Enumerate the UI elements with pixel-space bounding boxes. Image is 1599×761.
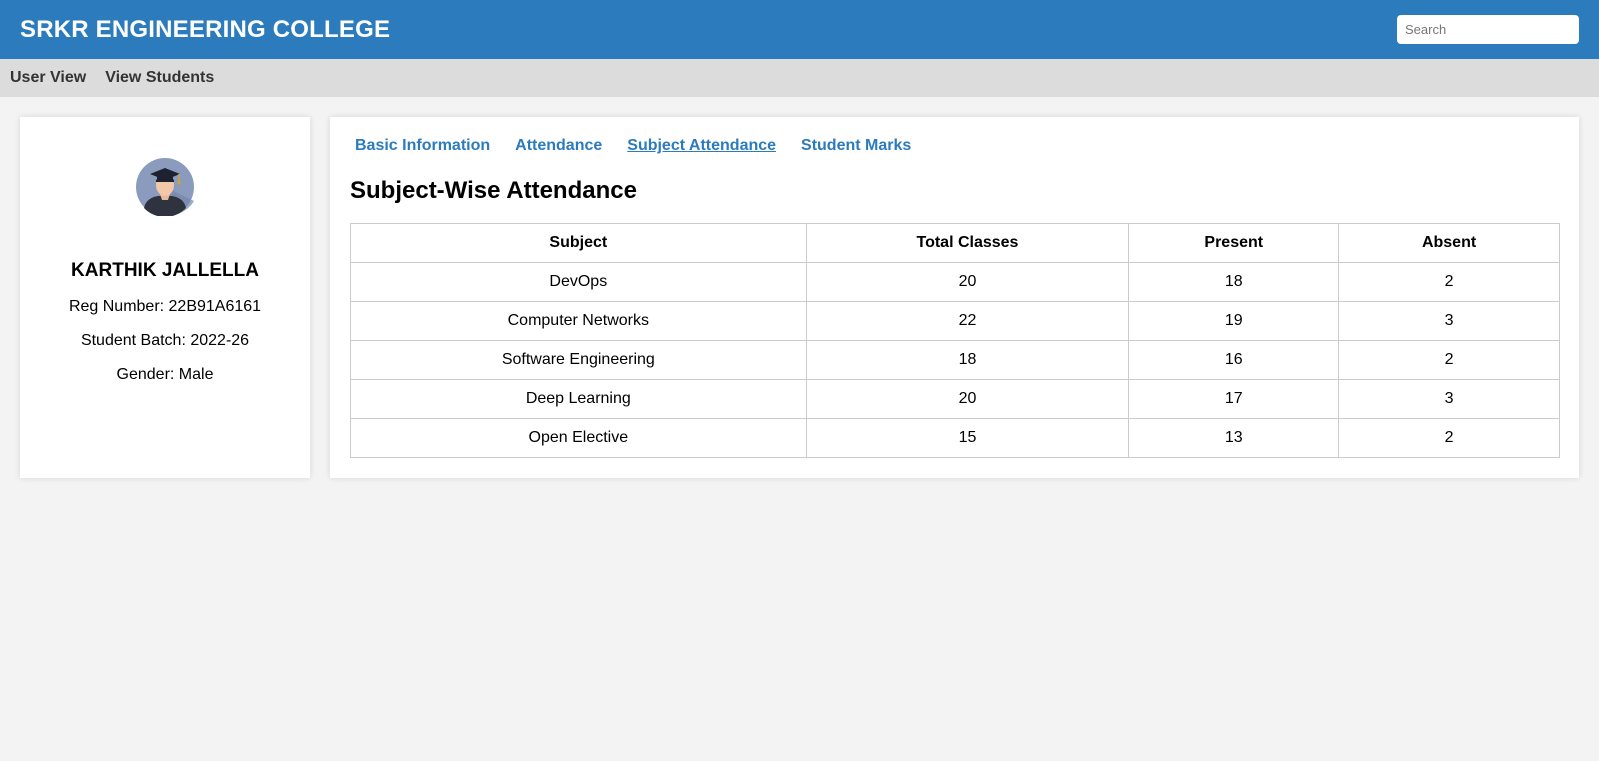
cell-absent: 2: [1338, 418, 1560, 458]
search-input[interactable]: [1397, 15, 1579, 44]
table-row: Open Elective 15 13 2: [350, 418, 1560, 458]
navbar: User View View Students: [0, 59, 1599, 97]
tab-bar: Basic Information Attendance Subject Att…: [355, 137, 936, 155]
cell-total-classes: 18: [805, 340, 1130, 380]
cell-present: 17: [1128, 379, 1340, 419]
graduate-avatar-icon: [136, 158, 194, 216]
section-title: Subject-Wise Attendance: [350, 177, 637, 204]
nav-view-students[interactable]: View Students: [105, 69, 214, 87]
cell-subject: Software Engineering: [350, 340, 807, 380]
cell-total-classes: 20: [805, 379, 1130, 419]
cell-present: 19: [1128, 301, 1340, 341]
attendance-table: Subject Total Classes Present Absent Dev…: [350, 223, 1560, 458]
gender: Gender: Male: [116, 366, 214, 383]
cell-total-classes: 20: [805, 262, 1130, 302]
cell-total-classes: 15: [805, 418, 1130, 458]
table-row: Deep Learning 20 17 3: [350, 379, 1560, 419]
cell-absent: 3: [1338, 379, 1560, 419]
college-title: SRKR ENGINEERING COLLEGE: [20, 15, 391, 43]
table-header-row: Subject Total Classes Present Absent: [350, 223, 1560, 263]
table-row: DevOps 20 18 2: [350, 262, 1560, 302]
tab-attendance[interactable]: Attendance: [515, 137, 602, 155]
cell-present: 16: [1128, 340, 1340, 380]
cell-subject: DevOps: [350, 262, 807, 302]
cell-present: 18: [1128, 262, 1340, 302]
table-row: Computer Networks 22 19 3: [350, 301, 1560, 341]
profile-card: KARTHIK JALLELLA Reg Number: 22B91A6161 …: [20, 117, 310, 478]
column-header-present: Present: [1128, 223, 1340, 263]
cell-subject: Computer Networks: [350, 301, 807, 341]
column-header-absent: Absent: [1338, 223, 1560, 263]
cell-absent: 2: [1338, 340, 1560, 380]
nav-user-view[interactable]: User View: [10, 69, 86, 87]
tab-subject-attendance[interactable]: Subject Attendance: [627, 137, 776, 155]
main-card: Basic Information Attendance Subject Att…: [330, 117, 1579, 478]
cell-subject: Open Elective: [350, 418, 807, 458]
table-row: Software Engineering 18 16 2: [350, 340, 1560, 380]
cell-total-classes: 22: [805, 301, 1130, 341]
cell-subject: Deep Learning: [350, 379, 807, 419]
column-header-subject: Subject: [350, 223, 807, 263]
reg-number: Reg Number: 22B91A6161: [68, 298, 262, 315]
cell-present: 13: [1128, 418, 1340, 458]
student-name: KARTHIK JALLELLA: [71, 260, 259, 281]
tab-student-marks[interactable]: Student Marks: [801, 137, 911, 155]
cell-absent: 3: [1338, 301, 1560, 341]
column-header-total-classes: Total Classes: [805, 223, 1130, 263]
tab-basic-information[interactable]: Basic Information: [355, 137, 490, 155]
app-header: SRKR ENGINEERING COLLEGE: [0, 0, 1599, 59]
student-batch: Student Batch: 2022-26: [80, 332, 250, 349]
cell-absent: 2: [1338, 262, 1560, 302]
